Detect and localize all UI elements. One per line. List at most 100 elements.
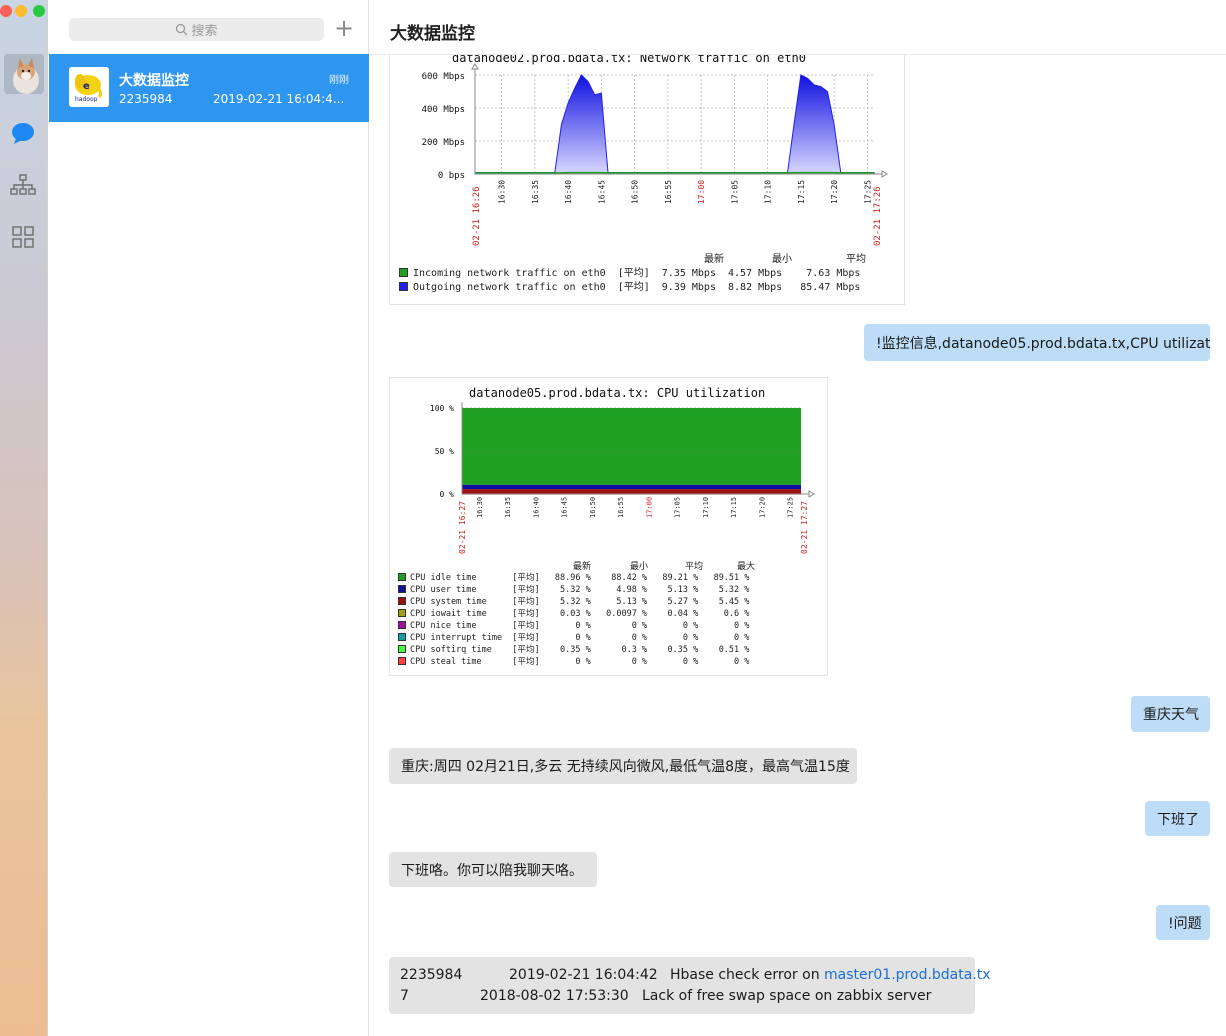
legend-swatch [398,657,406,665]
legend-text: CPU nice time [平均] 0 % 0 % 0 % 0 % [410,621,750,631]
zoom-window-button[interactable] [33,5,45,17]
x-tick-label: 17:20 [830,180,839,204]
conversation-time: 刚刚 [329,75,349,86]
issues-message[interactable]: 2235984 2019-02-21 16:04:42 Hbase check … [389,957,991,1014]
legend-row: CPU interrupt time [平均] 0 % 0 % 0 % 0 % [398,632,749,644]
x-tick-label: 17:20 [758,497,766,518]
legend-header-avg: 平均 [846,254,866,265]
legend-row: CPU system time [平均] 5.32 % 5.13 % 5.27 … [398,596,749,608]
network-chart-message[interactable]: datanode02.prod.bdata.tx: Network traffi… [389,20,905,305]
x-tick-label: 16:35 [504,497,512,518]
legend-text: Incoming network traffic on eth0 [平均] 7.… [413,268,861,279]
legend-text: CPU idle time [平均] 88.96 % 88.42 % 89.21… [410,573,750,583]
svg-text:hadoop: hadoop [75,96,98,103]
legend-header-min: 最小 [772,254,792,265]
legend-swatch [398,573,406,581]
x-tick-label: 16:50 [631,180,640,204]
x-tick-label: 17:00 [697,180,706,204]
x-tick-label: 17:05 [674,497,682,518]
x-tick-label: 16:45 [561,497,569,518]
issue-time: 2019-02-21 16:04:42 [509,967,658,983]
y-tick-label: 0 bps [438,171,465,181]
legend-swatch [398,585,406,593]
cpu-chart-message[interactable]: datanode05.prod.bdata.tx: CPU utilizatio… [389,377,828,676]
chat-header: 大数据监控 [370,0,1226,55]
svg-text:e: e [83,81,90,92]
x-tick-label: 17:25 [863,180,872,204]
chat-bubble-icon[interactable] [10,120,36,146]
x-tick-label: 17:05 [730,180,739,204]
network-traffic-chart: 600 Mbps 400 Mbps 200 Mbps 0 bps 16:30 16:35 1… [422,63,888,246]
x-tick-label: 17:10 [764,180,773,204]
issue-text: Lack of free swap space on zabbix server [642,988,932,1004]
y-tick-label: 0 % [440,490,455,499]
legend-text: CPU softirq time [平均] 0.35 % 0.3 % 0.35 … [410,645,750,655]
x-tick-label: 17:10 [702,497,710,518]
series-band [462,408,801,485]
issue-host-link[interactable]: master01.prod.bdata.tx [824,967,991,983]
conversation-item-bigdata[interactable]: e hadoop 大数据监控 刚刚 2235984 2019-02-21 16:… [49,54,369,122]
search-input[interactable]: 搜索 [69,18,324,41]
legend-swatch [398,609,406,617]
add-conversation-button[interactable]: + [334,16,354,42]
conversation-preview-id: 2235984 [119,92,173,106]
close-window-button[interactable] [0,5,12,17]
outgoing-message[interactable]: !监控信息,datanode05.prod.bdata.tx,CPU utili… [864,324,1210,361]
legend-swatch [399,268,408,277]
conversation-preview-date: 2019-02-21 16:04:4... [213,92,345,106]
y-tick-label: 400 Mbps [422,105,465,115]
x-axis-arrow [881,170,888,178]
x-end-label: 02-21 17:27 [800,501,809,554]
issue-text-label: Hbase check error on [670,967,825,983]
legend-text: CPU system time [平均] 5.32 % 5.13 % 5.27 … [410,597,750,607]
x-tick-label: 16:45 [597,180,606,204]
nav-rail [0,0,48,1036]
legend-swatch [398,621,406,629]
search-placeholder: 搜索 [191,24,218,39]
legend-text: Outgoing network traffic on eth0 [平均] 9.… [413,282,861,293]
chat-panel: 大数据监控 datanode02.prod.bdata.tx: Network … [370,0,1226,1036]
legend-row: CPU nice time [平均] 0 % 0 % 0 % 0 % [398,620,749,632]
y-tick-label: 50 % [435,447,454,456]
x-axis-arrow [808,490,815,498]
legend-text: CPU user time [平均] 5.32 % 4.98 % 5.13 % … [410,585,750,595]
x-tick-label: 17:15 [730,497,738,518]
x-tick-label: 16:40 [564,180,573,204]
user-avatar[interactable] [4,54,44,94]
x-tick-label: 16:55 [617,497,625,518]
series-band [462,489,801,494]
outgoing-message[interactable]: 下班了 [1145,801,1210,836]
legend-header-last: 最新 [704,254,724,265]
issue-time: 2018-08-02 17:53:30 [480,988,629,1004]
legend-row: CPU user time [平均] 5.32 % 4.98 % 5.13 % … [398,584,749,596]
series-band [462,484,801,490]
page-title: 大数据监控 [390,24,475,44]
issue-id: 7 [400,988,409,1004]
y-tick-label: 100 % [430,404,454,413]
search-icon [176,23,188,36]
minimize-window-button[interactable] [15,5,27,17]
legend-swatch [398,633,406,641]
conversation-name: 大数据监控 [119,73,189,89]
incoming-message[interactable]: 下班咯。你可以陪我聊天咯。 [389,852,597,887]
legend-row: Outgoing network traffic on eth0 [平均] 9.… [399,281,860,295]
legend-row: CPU idle time [平均] 88.96 % 88.42 % 89.21… [398,572,749,584]
x-tick-label: 16:55 [664,180,673,204]
legend-row: CPU iowait time [平均] 0.03 % 0.0097 % 0.0… [398,608,749,620]
legend-row: Incoming network traffic on eth0 [平均] 7.… [399,267,860,281]
incoming-message[interactable]: 重庆:周四 02月21日,多云 无持续风向微风,最低气温8度，最高气温15度 [389,748,857,784]
y-tick-label: 200 Mbps [422,138,465,148]
org-chart-icon[interactable] [10,172,36,198]
legend-text: CPU interrupt time [平均] 0 % 0 % 0 % 0 % [410,633,750,643]
outgoing-message[interactable]: !问题 [1156,905,1210,940]
apps-grid-icon[interactable] [10,224,36,250]
x-tick-label: 16:50 [589,497,597,518]
issue-id: 2235984 [400,967,463,983]
x-start-label: 02-21 16:26 [472,186,482,246]
x-tick-label: 17:25 [787,497,795,518]
x-tick-label: 16:35 [531,180,540,204]
outgoing-message[interactable]: 重庆天气 [1131,696,1210,732]
conversation-list: 搜索 + e hadoop 大数据监控 刚刚 2235984 2019-02-2… [49,0,417,1036]
issue-text: Hbase check error on master01.prod.bdata… [670,967,991,983]
legend-row: CPU steal time [平均] 0 % 0 % 0 % 0 % [398,656,749,668]
